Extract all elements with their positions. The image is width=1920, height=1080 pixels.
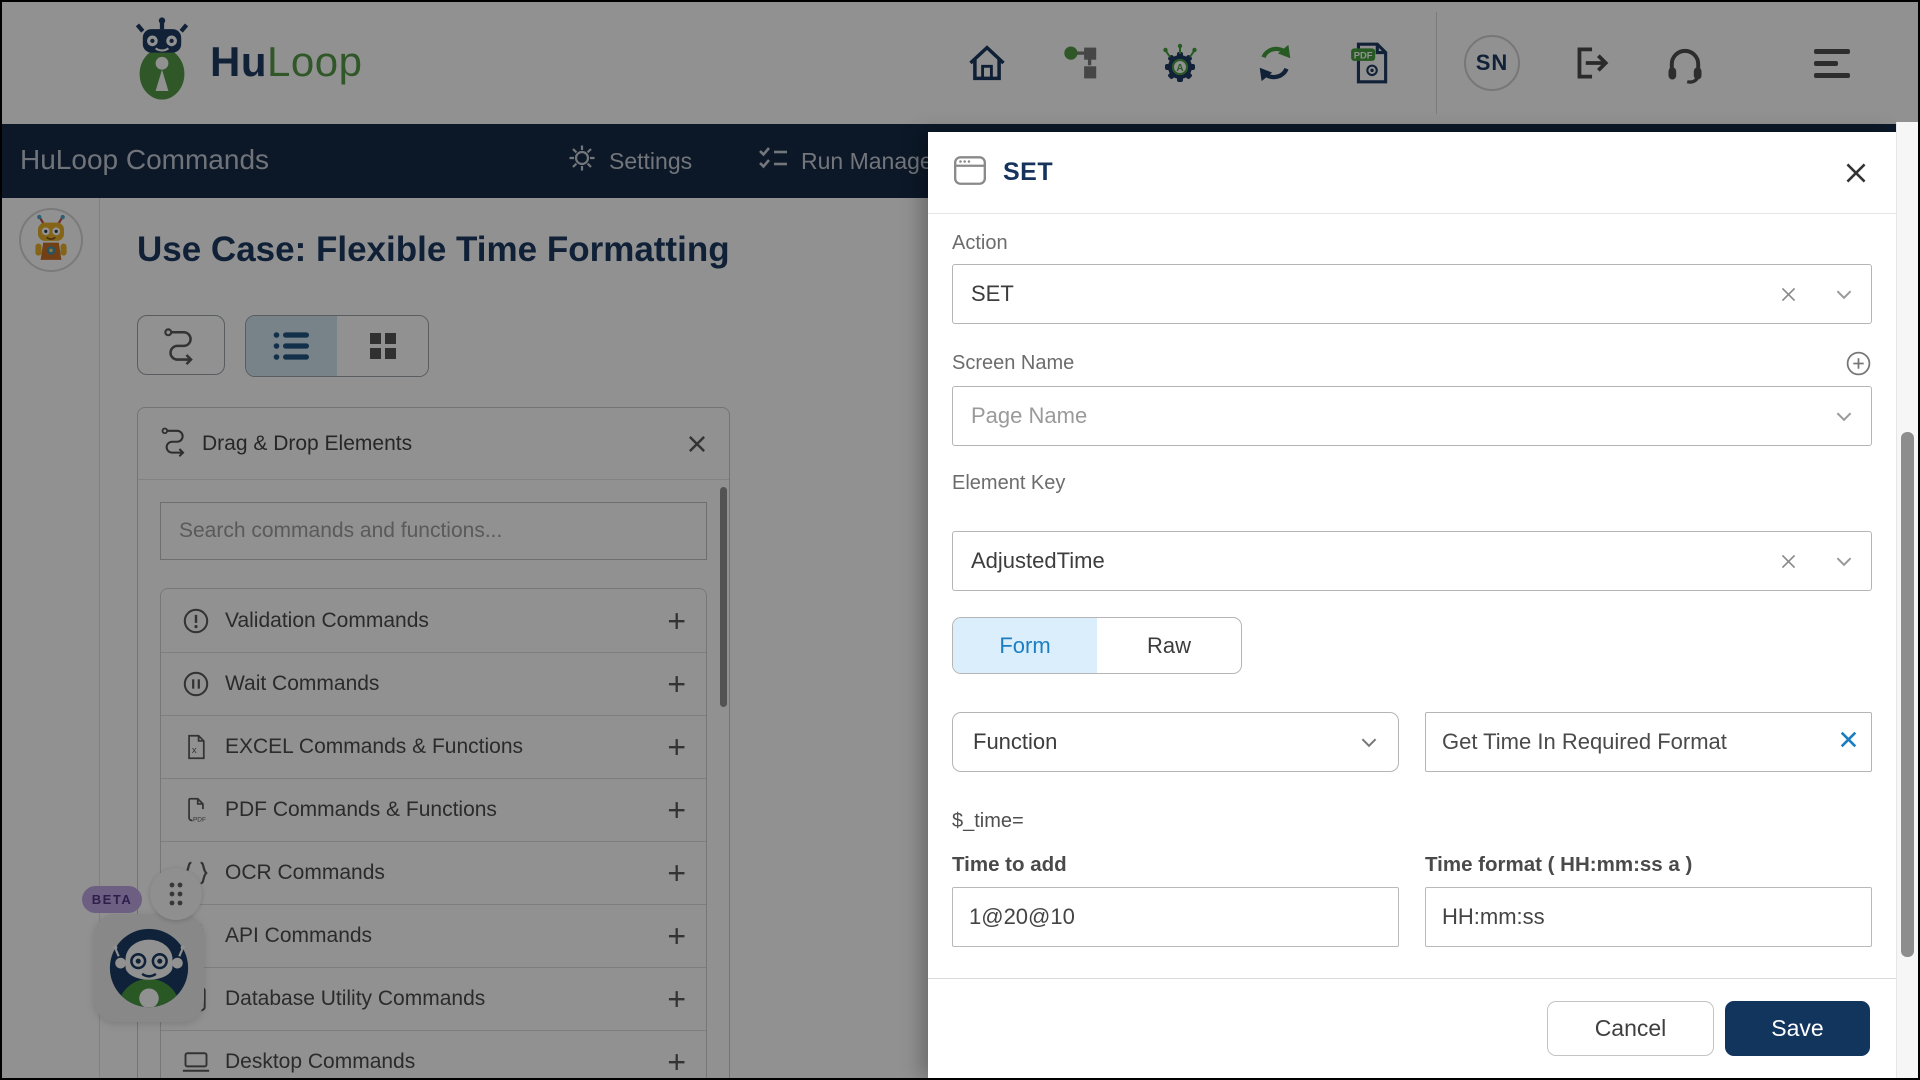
tab-raw[interactable]: Raw [1097, 618, 1241, 673]
function-type-select[interactable]: Function [952, 712, 1399, 772]
form-raw-toggle: Form Raw [952, 617, 1242, 674]
clear-icon[interactable] [1780, 553, 1797, 570]
element-key-label: Element Key [952, 472, 1066, 494]
close-icon[interactable] [1840, 157, 1872, 189]
chevron-down-icon[interactable] [1360, 737, 1378, 748]
save-button[interactable]: Save [1725, 1001, 1870, 1056]
chevron-down-icon[interactable] [1835, 411, 1853, 422]
clear-icon[interactable] [1780, 286, 1797, 303]
chevron-down-icon[interactable] [1835, 289, 1853, 300]
drawer-header: SET [928, 132, 1896, 214]
element-key-select[interactable]: AdjustedTime [952, 531, 1872, 591]
function-search-input[interactable] [1425, 712, 1872, 772]
add-screen-icon[interactable] [1845, 350, 1872, 377]
page-scrollbar-thumb[interactable] [1901, 432, 1914, 957]
tab-form[interactable]: Form [953, 618, 1097, 673]
action-label: Action [952, 232, 1008, 254]
time-to-add-label: Time to add [952, 853, 1067, 876]
drawer-title: SET [1003, 158, 1054, 186]
time-format-label: Time format ( HH:mm:ss a ) [1425, 853, 1693, 876]
function-search [1425, 712, 1872, 772]
screen-name-label: Screen Name [952, 352, 1075, 374]
page-scrollbar[interactable] [1896, 122, 1918, 1078]
action-select[interactable]: SET [952, 264, 1872, 324]
time-format-input[interactable] [1425, 887, 1872, 947]
set-command-drawer: SET Action SET Screen Name Page Name Ele… [928, 132, 1896, 1078]
screen-name-select[interactable]: Page Name [952, 386, 1872, 446]
window-icon [952, 152, 988, 193]
drawer-body: Action SET Screen Name Page Name Element… [928, 214, 1896, 947]
app-window: HuLoop A PDF SN HuLoop Commands Settings… [0, 0, 1920, 1080]
clear-function-icon[interactable] [1839, 730, 1858, 754]
time-to-add-input[interactable] [952, 887, 1399, 947]
expression-label: $_time= [952, 810, 1024, 832]
chevron-down-icon[interactable] [1835, 556, 1853, 567]
drawer-footer: Cancel Save [928, 978, 1896, 1078]
cancel-button[interactable]: Cancel [1547, 1001, 1714, 1056]
